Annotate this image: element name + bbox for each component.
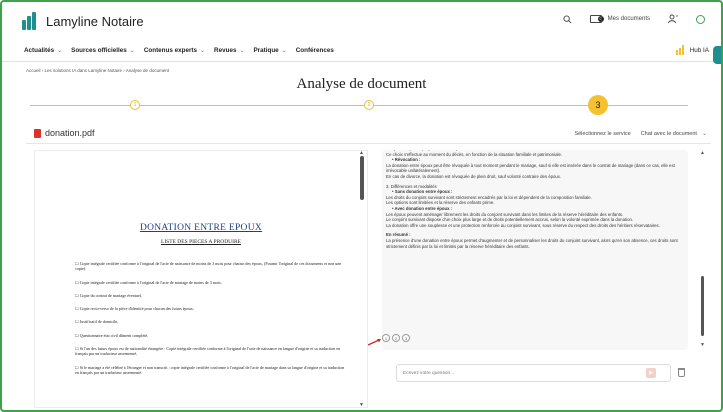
- scroll-thumb[interactable]: [360, 156, 364, 200]
- pdf-item: ☐ Si l'un des futurs époux est de nation…: [75, 346, 341, 357]
- chevron-down-icon: ⌄: [701, 131, 707, 137]
- chevron-down-icon: ⌄: [129, 48, 135, 54]
- chevron-down-icon: ⌄: [57, 48, 63, 54]
- side-panel-tab[interactable]: [713, 46, 721, 64]
- pdf-item: ☐ Copie recto-verso de la pièce d'identi…: [75, 306, 194, 312]
- nav-item-revues[interactable]: Revues ⌄: [214, 47, 244, 54]
- chevron-down-icon: ⌄: [239, 48, 245, 54]
- nav-item-sources[interactable]: Sources officielles ⌄: [71, 47, 135, 54]
- nav-item-pratique[interactable]: Pratique ⌄: [253, 47, 286, 54]
- step-3-active[interactable]: 3: [588, 95, 608, 115]
- step-1[interactable]: 1: [130, 100, 140, 110]
- service-selector: Sélectionnez le service Chat avec le doc…: [574, 130, 707, 138]
- app-frame: Lamyline Notaire 0 Mes documents Actuali…: [0, 0, 723, 412]
- scroll-up-icon[interactable]: ▲: [700, 150, 705, 156]
- service-label: Sélectionnez le service: [574, 130, 631, 137]
- pdf-file-icon: [34, 128, 41, 138]
- nav-label: Contenus experts: [143, 47, 198, 54]
- citation-2[interactable]: 2: [392, 334, 400, 342]
- top-actions: 0 Mes documents: [563, 14, 705, 24]
- citation-1[interactable]: 1: [382, 334, 390, 342]
- citation-list: 1 2 3: [382, 334, 410, 342]
- nav-item-conferences[interactable]: Conférences: [296, 47, 334, 54]
- progress-stepper: 1 2 3: [30, 95, 688, 115]
- chevron-down-icon: ⌄: [281, 48, 287, 54]
- chat-line: La donation entre époux peut être révoqu…: [386, 162, 675, 174]
- folder-icon: [589, 15, 602, 23]
- chat-input-row: ▶: [396, 364, 694, 382]
- chevron-down-icon: ⌄: [200, 48, 206, 54]
- pdf-viewer[interactable]: DONATION ENTRE EPOUX LISTE DES PIECES A …: [34, 150, 368, 408]
- trash-icon[interactable]: [678, 368, 685, 377]
- search-icon[interactable]: [563, 14, 572, 24]
- my-documents-button[interactable]: 0 Mes documents: [589, 15, 650, 23]
- help-icon[interactable]: [696, 14, 705, 24]
- main-nav: Actualités ⌄ Sources officielles ⌄ Contenu…: [2, 40, 721, 62]
- nav-label: Revues: [214, 47, 237, 54]
- nav-item-contenus[interactable]: Contenus experts ⌄: [144, 47, 205, 54]
- nav-item-actualites[interactable]: Actualités ⌄: [24, 47, 62, 54]
- pdf-item: ☐ Si le mariage a été célébré à l'étrang…: [75, 364, 345, 375]
- send-button[interactable]: ▶: [646, 368, 656, 378]
- red-arrow-icon: [368, 339, 381, 346]
- hub-ia-icon: [675, 45, 686, 55]
- question-input[interactable]: [396, 364, 671, 382]
- logo-icon: [22, 12, 40, 30]
- document-header: donation.pdf: [34, 128, 95, 138]
- pdf-item: ☐ Copie du contrat de mariage éventuel,: [75, 292, 142, 298]
- chat-line: La présence d'une donation entre époux p…: [386, 237, 678, 249]
- pdf-item-list: ☐ Copie intégrale certifiée conforme à l…: [75, 261, 345, 383]
- scroll-thumb[interactable]: [701, 276, 704, 336]
- hub-ia-button[interactable]: Hub IA: [675, 45, 709, 55]
- brand-name: Lamyline Notaire: [46, 13, 144, 29]
- pdf-scrollbar[interactable]: ▲ ▼: [357, 150, 367, 408]
- document-filename: donation.pdf: [45, 128, 95, 138]
- service-value: Chat avec le document: [640, 130, 697, 137]
- divider: [26, 143, 711, 144]
- breadcrumb[interactable]: Accueil › Les solutions IA dans Lamyline…: [26, 68, 169, 73]
- pdf-item: ☐ Justificatif de domicile,: [75, 319, 119, 325]
- scroll-down-icon[interactable]: ▼: [359, 402, 364, 408]
- page-title: Analyse de document: [296, 76, 427, 92]
- citation-3[interactable]: 3: [402, 334, 410, 342]
- chat-answer-box: Un quart en pleine propriété et trois qu…: [382, 150, 688, 350]
- pdf-item: ☐ Questionnaire état civil dûment complé…: [75, 332, 149, 338]
- brand-logo[interactable]: Lamyline Notaire: [22, 12, 144, 30]
- send-icon: ▶: [649, 370, 653, 376]
- top-bar: Lamyline Notaire 0 Mes documents: [2, 2, 721, 40]
- my-documents-label: Mes documents: [607, 16, 650, 22]
- pdf-subtitle: LISTE DES PIECES A PRODUIRE: [160, 239, 242, 245]
- chat-answer-text: Un quart en pleine propriété et trois qu…: [386, 150, 682, 249]
- nav-label: Sources officielles: [71, 47, 127, 54]
- pdf-title: DONATION ENTRE EPOUX: [139, 223, 263, 233]
- nav-label: Pratique: [253, 47, 279, 54]
- hub-ia-label: Hub IA: [689, 46, 709, 54]
- scroll-down-icon[interactable]: ▼: [700, 342, 705, 348]
- chat-scrollbar[interactable]: ▲ ▼: [699, 150, 707, 348]
- pdf-item: ☐ Copie intégrale certifiée conforme à l…: [75, 261, 342, 272]
- step-2[interactable]: 2: [364, 100, 374, 110]
- nav-label: Actualités: [24, 47, 55, 54]
- chat-line: La donation offre une souplesse et une p…: [386, 222, 660, 228]
- user-icon[interactable]: [668, 14, 678, 24]
- chat-panel: Un quart en pleine propriété et trois qu…: [382, 150, 698, 350]
- nav-label: Conférences: [295, 47, 334, 54]
- service-dropdown[interactable]: Chat avec le document ⌄: [640, 130, 707, 138]
- pdf-item: ☐ Copie intégrale certifiée conforme à l…: [75, 279, 222, 285]
